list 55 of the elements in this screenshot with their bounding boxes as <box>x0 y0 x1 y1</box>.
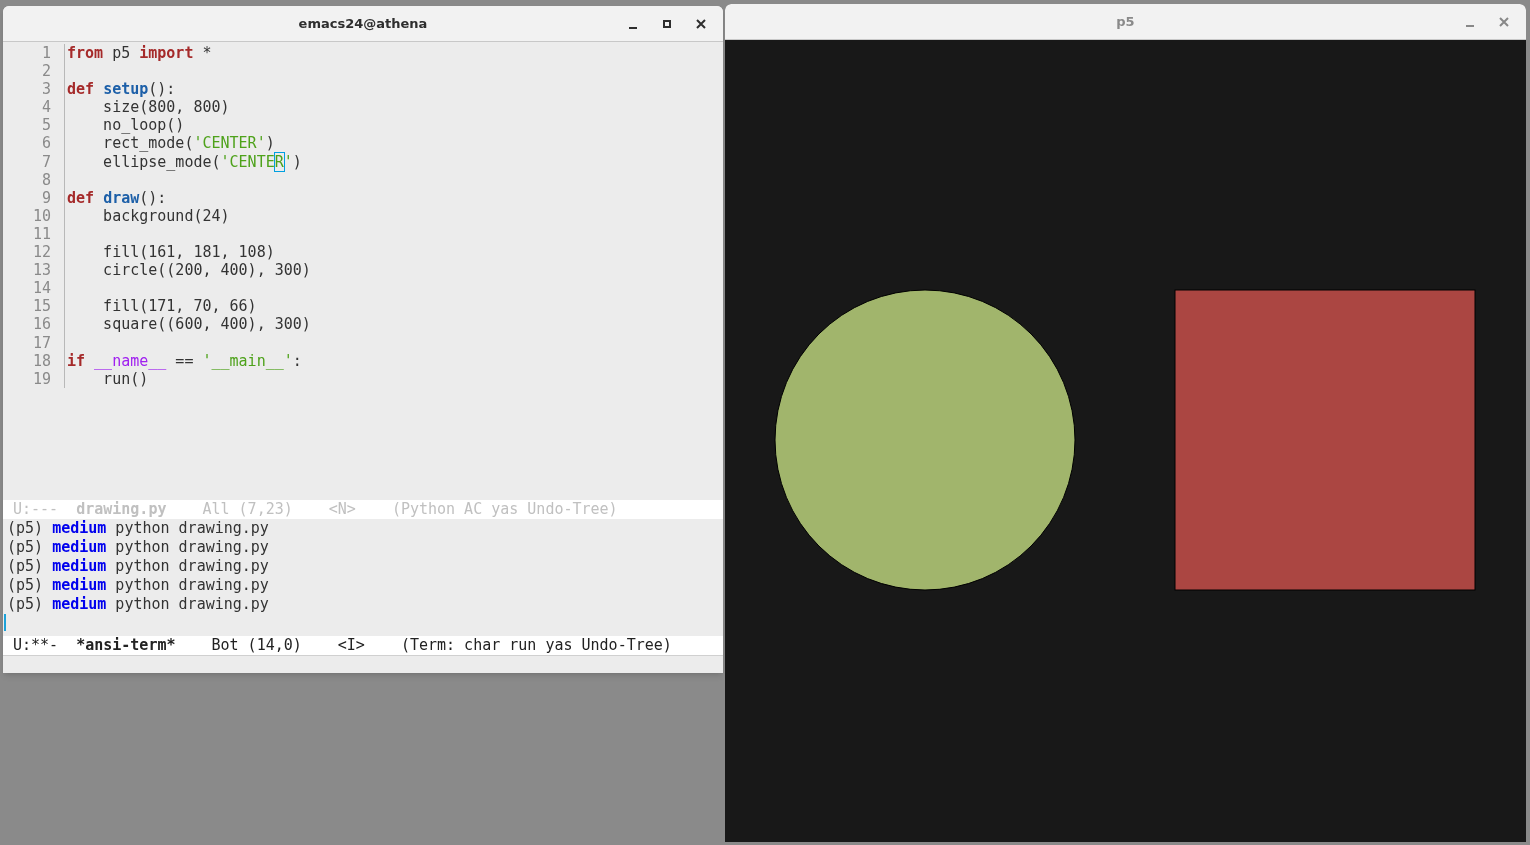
maximize-icon <box>663 19 671 28</box>
close-icon <box>696 18 706 29</box>
line-number: 13 <box>31 261 51 280</box>
minimize-icon <box>629 26 637 29</box>
code-line: background(24) <box>102 206 230 225</box>
line-number: 6 <box>40 134 51 153</box>
code-line: size(800, 800) <box>102 98 230 117</box>
line-number: 15 <box>31 297 51 316</box>
code-line: from p5 import * <box>67 44 212 63</box>
line-number: 4 <box>40 98 51 117</box>
line-number: 1 <box>40 44 51 63</box>
mode-line-text: (Term: char run yas Undo-Tree) <box>400 636 672 655</box>
minimize-icon <box>1466 24 1474 27</box>
line-number: 3 <box>40 80 51 99</box>
mode-line-text: (Python AC yas Undo-Tree) <box>391 500 618 519</box>
terminal-line: (p5) medium python drawing.py <box>7 538 270 557</box>
line-number: 18 <box>31 351 51 370</box>
terminal-line: (p5) medium python drawing.py <box>7 519 270 538</box>
terminal-line: (p5) medium python drawing.py <box>7 557 270 576</box>
line-number: 5 <box>40 116 51 135</box>
code-line: no_loop() <box>102 116 185 135</box>
line-number: 10 <box>31 206 51 225</box>
line-number: 8 <box>40 170 51 189</box>
mode-line-text: U:**- <box>13 636 59 655</box>
line-number: 11 <box>31 224 51 244</box>
mode-line-text: U:--- <box>13 500 59 519</box>
line-number: 17 <box>31 333 51 352</box>
code-line: square((600, 400), 300) <box>102 315 311 334</box>
line-number: 12 <box>31 243 51 262</box>
code-line: run() <box>103 369 149 388</box>
terminal-line: (p5) medium python drawing.py <box>7 595 270 614</box>
mode-line-text: <N> <box>328 500 356 519</box>
code-line: fill(171, 70, 66) <box>102 297 257 316</box>
code-line: circle((200, 400), 300) <box>102 261 311 280</box>
line-number: 16 <box>31 315 51 334</box>
mode-line-text: Bot (14,0) <box>211 636 302 655</box>
mode-line-text: *ansi-term* <box>76 636 176 655</box>
line-number: 2 <box>40 62 51 81</box>
line-number: 19 <box>31 369 51 388</box>
line-number: 9 <box>40 188 51 207</box>
code-line: if __name__ == '__main__': <box>67 351 302 370</box>
terminal-cursor <box>4 614 6 631</box>
code-line: def setup(): <box>67 80 176 99</box>
code-line: fill(161, 181, 108) <box>102 243 275 262</box>
line-number: 7 <box>40 152 51 171</box>
terminal-line: (p5) medium python drawing.py <box>7 576 270 595</box>
mode-line-text: All (7,23) <box>202 500 293 519</box>
code-line: rect_mode('CENTER') <box>102 134 275 153</box>
line-number: 14 <box>31 279 51 298</box>
code-line: def draw(): <box>67 188 167 207</box>
window-title: p5 <box>1116 12 1135 31</box>
mode-line-text: drawing.py <box>76 500 167 519</box>
mode-line-text: <I> <box>337 636 365 655</box>
window-title: emacs24@athena <box>298 14 428 33</box>
close-icon <box>1499 16 1509 27</box>
